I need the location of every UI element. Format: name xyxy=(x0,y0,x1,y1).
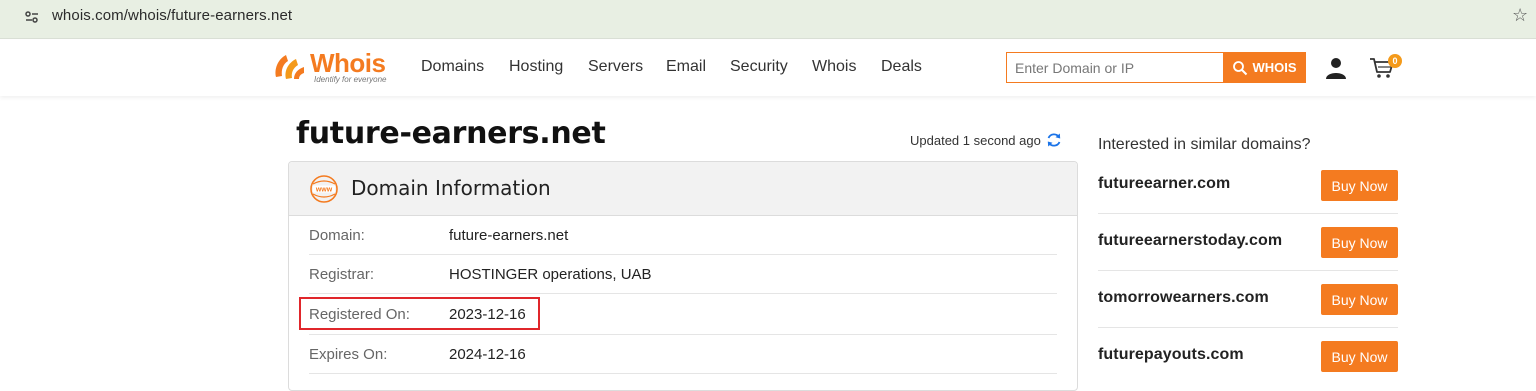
cart-count-badge: 0 xyxy=(1388,54,1402,68)
search-button-label: WHOIS xyxy=(1252,60,1297,75)
page-title: future-earners.net xyxy=(296,116,606,151)
bookmark-star-icon[interactable]: ☆ xyxy=(1512,5,1528,26)
updated-text: Updated 1 second ago xyxy=(910,132,1041,148)
domain-info-panel: www Domain Information Domain: future-ea… xyxy=(288,161,1078,391)
nav-hosting[interactable]: Hosting xyxy=(509,58,563,76)
updated-status: Updated 1 second ago xyxy=(910,131,1063,149)
site-settings-icon[interactable] xyxy=(24,9,40,25)
nav-security[interactable]: Security xyxy=(730,58,788,76)
search-field-wrapper xyxy=(1006,52,1224,83)
info-value: 2024-12-16 xyxy=(449,346,526,363)
similar-domain-item: futurepayouts.com Buy Now xyxy=(1098,328,1398,385)
logo-tagline: Identify for everyone xyxy=(314,75,387,84)
info-label: Expires On: xyxy=(309,346,388,363)
search-input[interactable] xyxy=(1007,53,1224,82)
url-text[interactable]: whois.com/whois/future-earners.net xyxy=(52,7,292,24)
svg-text:www: www xyxy=(315,187,333,194)
similar-domain-item: futureearner.com Buy Now xyxy=(1098,157,1398,214)
nav-domains[interactable]: Domains xyxy=(421,58,484,76)
similar-domain-name[interactable]: futureearnerstoday.com xyxy=(1098,232,1282,250)
site-header: Whois Identify for everyone Domains Host… xyxy=(0,40,1536,96)
panel-title: Domain Information xyxy=(351,176,551,200)
nav-servers[interactable]: Servers xyxy=(588,58,643,76)
refresh-icon[interactable] xyxy=(1045,131,1063,149)
user-account-icon[interactable] xyxy=(1324,56,1348,80)
similar-domain-name[interactable]: futurepayouts.com xyxy=(1098,346,1244,364)
www-globe-icon: www xyxy=(310,175,338,203)
logo-mark-icon xyxy=(275,55,304,79)
info-value: HOSTINGER operations, UAB xyxy=(449,266,652,283)
search-icon xyxy=(1233,60,1248,75)
nav-deals[interactable]: Deals xyxy=(881,58,922,76)
whois-search-button[interactable]: WHOIS xyxy=(1223,52,1306,83)
highlight-box xyxy=(299,297,540,330)
info-row-expires-on: Expires On: 2024-12-16 xyxy=(309,335,1057,374)
info-row-registrar: Registrar: HOSTINGER operations, UAB xyxy=(309,255,1057,294)
buy-now-button[interactable]: Buy Now xyxy=(1321,170,1398,201)
info-row-domain: Domain: future-earners.net xyxy=(309,216,1057,255)
buy-now-button[interactable]: Buy Now xyxy=(1321,284,1398,315)
info-label: Registrar: xyxy=(309,266,375,283)
similar-domains-title: Interested in similar domains? xyxy=(1098,136,1311,153)
similar-domain-name[interactable]: tomorrowearners.com xyxy=(1098,289,1269,307)
similar-domain-item: futureearnerstoday.com Buy Now xyxy=(1098,214,1398,271)
whois-logo[interactable]: Whois Identify for everyone xyxy=(272,48,396,86)
nav-whois[interactable]: Whois xyxy=(812,58,856,76)
info-label: Domain: xyxy=(309,227,365,244)
buy-now-button[interactable]: Buy Now xyxy=(1321,341,1398,372)
similar-domain-name[interactable]: futureearner.com xyxy=(1098,175,1230,193)
browser-address-bar: whois.com/whois/future-earners.net ☆ xyxy=(0,0,1536,39)
nav-email[interactable]: Email xyxy=(666,58,706,76)
buy-now-button[interactable]: Buy Now xyxy=(1321,227,1398,258)
similar-domain-item: tomorrowearners.com Buy Now xyxy=(1098,271,1398,328)
panel-header: www Domain Information xyxy=(289,162,1077,216)
info-value: future-earners.net xyxy=(449,227,569,244)
